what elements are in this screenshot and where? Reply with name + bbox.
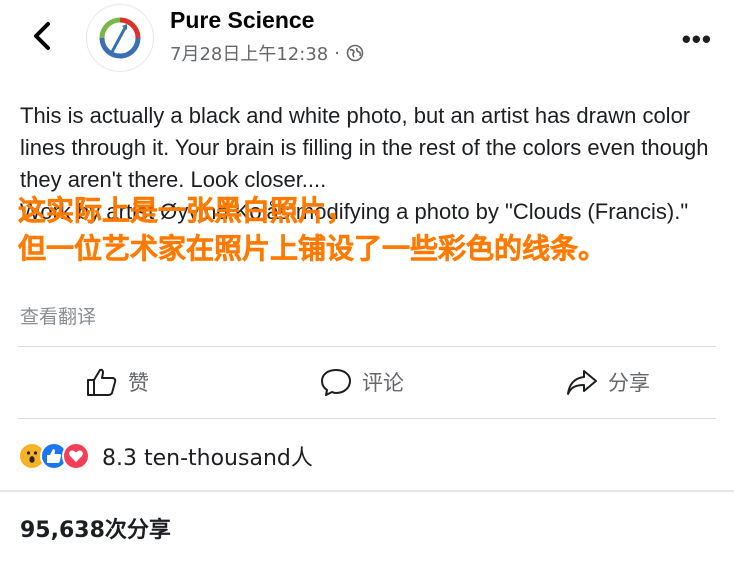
- pure-science-logo-icon: [99, 17, 141, 59]
- section-divider: [0, 490, 734, 492]
- comment-icon: [321, 369, 351, 396]
- share-button[interactable]: 分享: [566, 360, 650, 404]
- post-page: Pure Science 7月28日上午12:38 · ••• This is …: [0, 0, 734, 573]
- post-meta: 7月28日上午12:38 ·: [170, 40, 364, 66]
- post-text-paragraph-2: Work by artist Øyvind Kolås modifying a …: [20, 199, 689, 224]
- share-count[interactable]: 95,638次分享: [20, 512, 171, 544]
- back-button[interactable]: [24, 18, 60, 54]
- share-label: 分享: [608, 371, 650, 395]
- chevron-left-icon: [34, 22, 50, 50]
- more-horizontal-icon: •••: [681, 24, 712, 54]
- meta-separator: ·: [334, 42, 340, 64]
- divider: [18, 346, 716, 347]
- overlay-caption-line-2: 但一位艺术家在照片上铺设了一些彩色的线条。: [18, 232, 607, 266]
- like-label: 赞: [128, 371, 149, 395]
- post-timestamp[interactable]: 7月28日上午12:38: [170, 40, 328, 66]
- globe-icon: [346, 44, 364, 62]
- comment-label: 评论: [362, 371, 404, 395]
- page-avatar[interactable]: [86, 4, 154, 72]
- comment-button[interactable]: 评论: [320, 360, 404, 404]
- post-text: This is actually a black and white photo…: [20, 100, 720, 228]
- page-name-link[interactable]: Pure Science: [170, 7, 314, 34]
- reactions-summary[interactable]: 8.3 ten-thousand人: [18, 440, 313, 472]
- divider: [18, 418, 716, 419]
- share-icon: [567, 370, 597, 395]
- love-icon: [62, 442, 90, 470]
- post-text-paragraph-1: This is actually a black and white photo…: [20, 103, 709, 192]
- reaction-icons: [18, 442, 90, 470]
- more-options-button[interactable]: •••: [682, 24, 712, 55]
- thumbs-up-icon: [87, 368, 117, 396]
- reaction-count: 8.3 ten-thousand人: [102, 446, 313, 471]
- see-translation-link[interactable]: 查看翻译: [20, 302, 96, 329]
- like-button[interactable]: 赞: [86, 360, 149, 404]
